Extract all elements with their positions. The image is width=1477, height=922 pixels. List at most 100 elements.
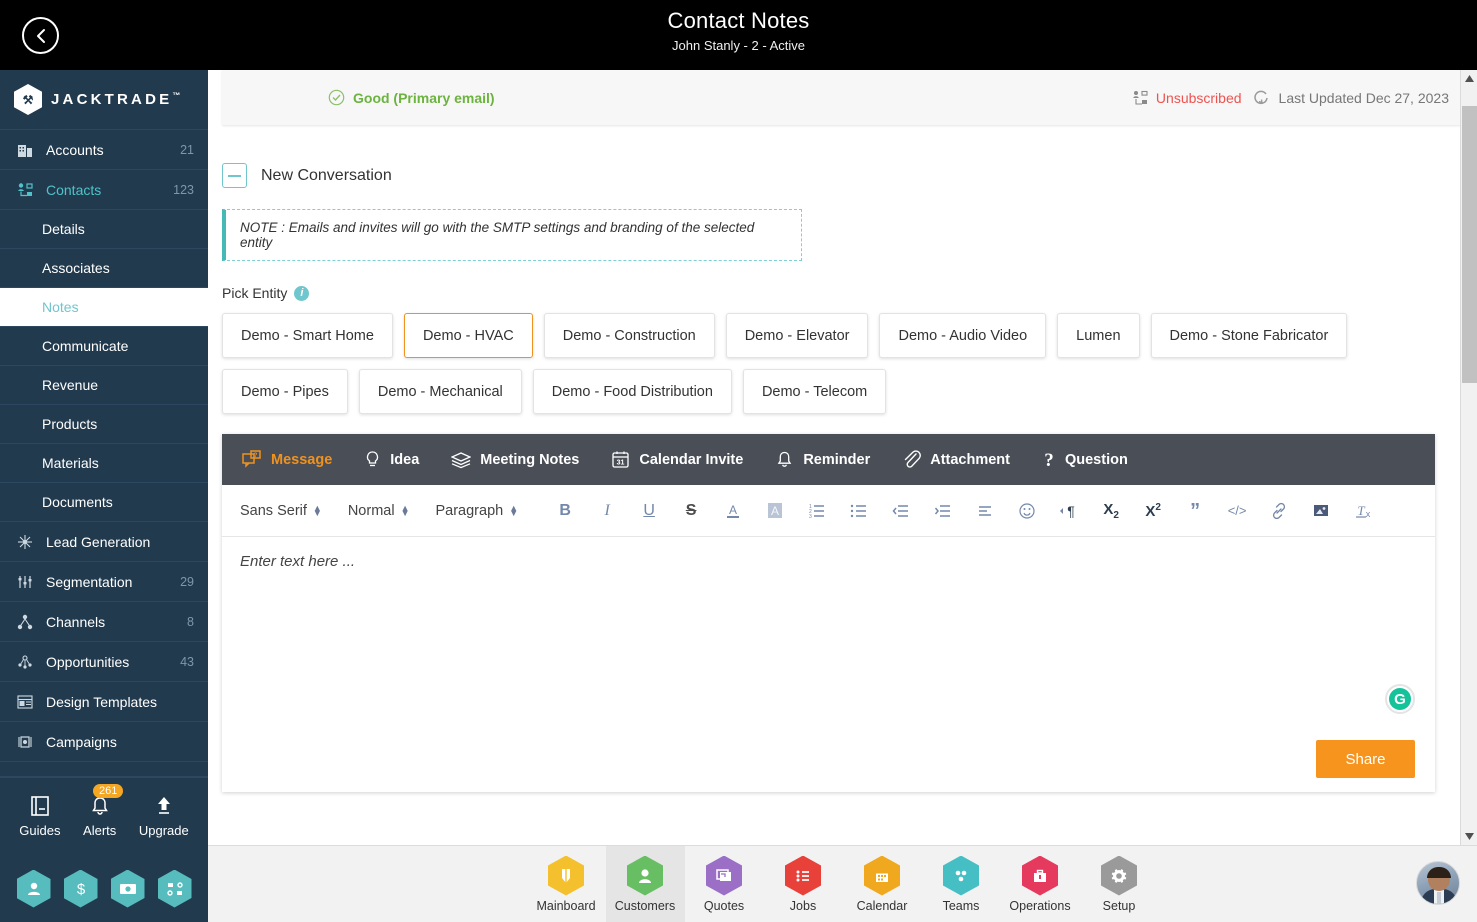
background-color-button[interactable]: A <box>754 494 796 528</box>
entity-chip[interactable]: Demo - Stone Fabricator <box>1150 313 1348 358</box>
image-button[interactable] <box>1300 494 1342 528</box>
entity-chip[interactable]: Demo - Mechanical <box>358 369 522 414</box>
note-type-tabs: ? Message Idea Meeting Notes 31 Calendar… <box>222 434 1435 485</box>
vertical-scrollbar[interactable] <box>1460 70 1477 845</box>
text-direction-button[interactable]: ¶ <box>1048 494 1090 528</box>
underline-button[interactable]: U <box>628 494 670 528</box>
bottom-nav-setup[interactable]: Setup <box>1080 846 1159 922</box>
link-button[interactable] <box>1258 494 1300 528</box>
dollar-hex-icon[interactable]: $ <box>63 869 98 908</box>
tab-message[interactable]: ? Message <box>242 450 332 469</box>
bold-button[interactable]: B <box>544 494 586 528</box>
block-format-select[interactable]: Paragraph ▲ ▼ <box>435 503 518 519</box>
minus-box-icon[interactable] <box>222 163 247 188</box>
note-editor: ? Message Idea Meeting Notes 31 Calendar… <box>222 434 1435 792</box>
tab-calendar-invite[interactable]: 31 Calendar Invite <box>611 450 743 469</box>
bottom-nav-mainboard[interactable]: Mainboard <box>527 846 606 922</box>
bottom-nav-customers[interactable]: Customers <box>605 845 685 922</box>
text-color-button[interactable]: A <box>712 494 754 528</box>
blockquote-button[interactable]: ” <box>1174 494 1216 528</box>
code-block-button[interactable]: </> <box>1216 494 1258 528</box>
payment-hex-icon[interactable] <box>110 869 145 908</box>
contacts-icon <box>14 181 36 199</box>
editor-placeholder: Enter text here ... <box>240 553 356 570</box>
sidebar-item-opportunities[interactable]: Opportunities 43 <box>0 642 208 682</box>
alerts-button[interactable]: 261 Alerts <box>83 784 124 838</box>
tab-label: Reminder <box>803 451 871 468</box>
share-button[interactable]: Share <box>1316 740 1415 778</box>
sidebar-item-documents[interactable]: Documents <box>0 483 208 522</box>
entity-chip[interactable]: Demo - Food Distribution <box>532 369 732 414</box>
ordered-list-button[interactable]: 123 <box>796 494 838 528</box>
bottom-nav-teams[interactable]: Teams <box>922 846 1001 922</box>
back-button[interactable] <box>22 17 59 54</box>
bottom-navigation: Mainboard Customers Quotes Jobs Calendar <box>208 845 1477 922</box>
note-text-area[interactable]: Enter text here ... G Share <box>222 537 1435 792</box>
strikethrough-button[interactable]: S <box>670 494 712 528</box>
brand-logo[interactable]: ⚒ JACKTRADE™ <box>0 70 208 130</box>
font-size-select[interactable]: Normal ▲ ▼ <box>348 503 410 519</box>
check-circle-icon <box>328 89 345 106</box>
scroll-up-arrow[interactable] <box>1461 70 1477 87</box>
person-hex-icon[interactable] <box>16 869 51 908</box>
font-family-select[interactable]: Sans Serif ▲ ▼ <box>240 503 322 519</box>
info-icon[interactable]: i <box>294 285 310 301</box>
entity-chip-selected[interactable]: Demo - HVAC <box>403 313 533 358</box>
align-button[interactable] <box>964 494 1006 528</box>
sidebar-item-revenue[interactable]: Revenue <box>0 366 208 405</box>
jobs-list-icon <box>785 855 821 896</box>
sidebar-item-communicate[interactable]: Communicate <box>0 327 208 366</box>
tab-attachment[interactable]: Attachment <box>902 450 1010 469</box>
avatar-hair <box>1427 867 1451 878</box>
bullet-list-button[interactable] <box>838 494 880 528</box>
bottom-nav-quotes[interactable]: Quotes <box>685 846 764 922</box>
bottom-nav-operations[interactable]: Operations <box>1001 846 1080 922</box>
superscript-button[interactable]: X2 <box>1132 494 1174 528</box>
sidebar-item-design-templates[interactable]: Design Templates <box>0 682 208 722</box>
tab-meeting-notes[interactable]: Meeting Notes <box>451 451 579 469</box>
upgrade-button[interactable]: Upgrade <box>139 795 189 838</box>
entity-chip[interactable]: Demo - Smart Home <box>222 313 393 358</box>
entity-chip[interactable]: Demo - Pipes <box>222 369 348 414</box>
sidebar-item-channels[interactable]: Channels 8 <box>0 602 208 642</box>
tab-question[interactable]: ? Question <box>1042 450 1128 470</box>
tab-reminder[interactable]: Reminder <box>775 450 870 469</box>
sidebar-item-contacts[interactable]: Contacts 123 <box>0 170 208 210</box>
clear-format-button[interactable]: Tx <box>1342 494 1384 528</box>
entity-chip[interactable]: Demo - Construction <box>543 313 715 358</box>
entity-chip[interactable]: Demo - Telecom <box>742 369 887 414</box>
sidebar-item-materials[interactable]: Materials <box>0 444 208 483</box>
indent-button[interactable] <box>922 494 964 528</box>
sidebar-item-segmentation[interactable]: Segmentation 29 <box>0 562 208 602</box>
top-header: Contact Notes John Stanly - 2 - Active <box>0 0 1477 70</box>
sidebar-item-associates[interactable]: Associates <box>0 249 208 288</box>
entity-chip[interactable]: Demo - Elevator <box>725 313 869 358</box>
scrollbar-thumb[interactable] <box>1462 106 1477 383</box>
italic-button[interactable]: I <box>586 494 628 528</box>
user-avatar[interactable] <box>1416 861 1460 905</box>
subscript-button[interactable]: X2 <box>1090 494 1132 528</box>
sidebar-item-products[interactable]: Products <box>0 405 208 444</box>
sidebar-item-details[interactable]: Details <box>0 210 208 249</box>
subscription-status[interactable]: Unsubscribed <box>1132 90 1242 106</box>
entity-chip[interactable]: Demo - Audio Video <box>879 313 1047 358</box>
sidebar-item-notes[interactable]: Notes <box>0 288 208 327</box>
entity-chip[interactable]: Lumen <box>1057 313 1140 358</box>
emoji-button[interactable] <box>1006 494 1048 528</box>
workflow-hex-icon[interactable] <box>157 869 192 908</box>
entity-chip-label: Demo - Construction <box>562 327 696 344</box>
scroll-down-arrow[interactable] <box>1461 828 1477 845</box>
bottom-nav-calendar[interactable]: Calendar <box>843 846 922 922</box>
sidebar-item-accounts[interactable]: Accounts 21 <box>0 130 208 170</box>
guides-button[interactable]: Guides <box>19 795 60 838</box>
sidebar-item-label: Accounts <box>46 141 104 158</box>
tab-idea[interactable]: Idea <box>364 450 419 469</box>
outdent-button[interactable] <box>880 494 922 528</box>
grammarly-icon[interactable]: G <box>1385 684 1415 714</box>
sidebar-item-campaigns[interactable]: Campaigns <box>0 722 208 762</box>
entity-chip-label: Demo - Smart Home <box>241 327 374 344</box>
last-updated-label: Last Updated Dec 27, 2023 <box>1278 89 1449 106</box>
sidebar-subnav: Details Associates Notes Communicate Rev… <box>0 210 208 522</box>
bottom-nav-jobs[interactable]: Jobs <box>764 846 843 922</box>
sidebar-item-lead-generation[interactable]: Lead Generation <box>0 522 208 562</box>
